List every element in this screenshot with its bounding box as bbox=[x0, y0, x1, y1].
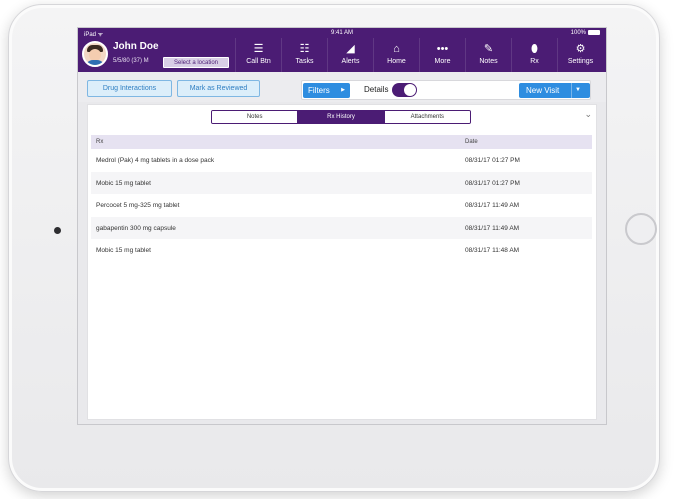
nav-label: Call Btn bbox=[246, 58, 271, 65]
rx-cell: Mobic 15 mg tablet bbox=[96, 179, 151, 187]
nav-label: More bbox=[434, 58, 451, 65]
app-header: iPad ᯤ 9:41 AM 100% John Doe 5/5/80 (37)… bbox=[78, 28, 606, 72]
rx-cell: Percocet 5 mg-325 mg tablet bbox=[96, 202, 180, 210]
nav-alerts[interactable]: ◢ Alerts bbox=[327, 38, 373, 72]
date-cell: 08/31/17 01:27 PM bbox=[465, 179, 520, 187]
table-row[interactable]: gabapentin 300 mg capsule 08/31/17 11:49 … bbox=[91, 216, 592, 240]
rx-cell: gabapentin 300 mg capsule bbox=[96, 224, 176, 232]
table-row[interactable]: Mobic 15 mg tablet 08/31/17 11:48 AM bbox=[91, 239, 592, 262]
toggle-knob bbox=[404, 84, 416, 96]
battery-icon bbox=[588, 30, 600, 35]
call-button-icon: ☰ bbox=[253, 43, 264, 55]
date-cell: 08/31/17 11:48 AM bbox=[465, 247, 520, 255]
details-toggle[interactable] bbox=[392, 83, 417, 97]
home-icon: ⌂ bbox=[393, 43, 400, 55]
nav-rx[interactable]: ⬮ Rx bbox=[511, 38, 557, 72]
rx-cell: Medrol (Pak) 4 mg tablets in a dose pack bbox=[96, 157, 215, 164]
tab-attachments[interactable]: Attachments bbox=[384, 111, 470, 123]
more-icon: ••• bbox=[436, 43, 449, 55]
nav-notes[interactable]: ✎ Notes bbox=[465, 38, 511, 72]
tab-notes[interactable]: Notes bbox=[212, 111, 299, 123]
tasks-icon: ☷ bbox=[299, 43, 310, 55]
avatar[interactable] bbox=[82, 41, 108, 67]
top-nav: ☰ Call Btn ☷ Tasks ◢ Alerts ⌂ Home ••• More ✎… bbox=[235, 38, 603, 72]
alerts-icon: ◢ bbox=[346, 43, 355, 55]
nav-label: Tasks bbox=[295, 58, 314, 65]
nav-label: Home bbox=[387, 58, 406, 65]
notes-icon: ✎ bbox=[483, 43, 494, 55]
table-row[interactable]: Medrol (Pak) 4 mg tablets in a dose pack… bbox=[91, 149, 592, 172]
patient-dob: 5/5/80 (37) M bbox=[113, 58, 149, 64]
column-header-date[interactable]: Date bbox=[465, 139, 478, 145]
segmented-tabs: Notes Rx History Attachments bbox=[211, 110, 471, 124]
screen: iPad ᯤ 9:41 AM 100% John Doe 5/5/80 (37)… bbox=[77, 27, 607, 425]
mark-as-reviewed-button[interactable]: Mark as Reviewed bbox=[177, 80, 260, 97]
nav-label: Alerts bbox=[341, 58, 360, 65]
nav-label: Rx bbox=[530, 58, 539, 65]
battery-percent: 100% bbox=[570, 30, 586, 36]
play-arrow-icon: ▶ bbox=[341, 87, 345, 93]
collapse-chevron-icon[interactable]: ⌄ bbox=[584, 109, 592, 120]
nav-home[interactable]: ⌂ Home bbox=[373, 38, 419, 72]
table-header: Rx Date bbox=[91, 135, 592, 149]
action-bar: Filters ▶ Details New Visit ▼ bbox=[301, 80, 591, 100]
nav-label: Settings bbox=[567, 58, 594, 65]
column-header-rx[interactable]: Rx bbox=[96, 139, 103, 145]
nav-settings[interactable]: ⚙ Settings bbox=[557, 38, 603, 72]
clock: 9:41 AM bbox=[330, 30, 353, 36]
nav-more[interactable]: ••• More bbox=[419, 38, 465, 72]
details-label: Details bbox=[364, 85, 389, 94]
drug-interactions-button[interactable]: Drug Interactions bbox=[87, 80, 172, 97]
filters-label: Filters bbox=[308, 86, 330, 95]
filters-button[interactable]: Filters ▶ bbox=[303, 83, 350, 98]
select-location-button[interactable]: Select a location bbox=[163, 57, 229, 68]
table-row[interactable]: Mobic 15 mg tablet 08/31/17 01:27 PM bbox=[91, 171, 592, 195]
main-panel: Notes Rx History Attachments ⌄ Rx Date M… bbox=[87, 104, 597, 420]
nav-call-btn[interactable]: ☰ Call Btn bbox=[235, 38, 281, 72]
tab-rx-history[interactable]: Rx History bbox=[298, 111, 385, 123]
chevron-down-icon[interactable]: ▼ bbox=[575, 83, 581, 98]
date-cell: 08/31/17 11:49 AM bbox=[465, 224, 520, 232]
nav-tasks[interactable]: ☷ Tasks bbox=[281, 38, 327, 72]
nav-label: Notes bbox=[479, 58, 498, 65]
new-visit-label: New Visit bbox=[526, 86, 560, 95]
patient-name: John Doe bbox=[113, 41, 159, 52]
rx-cell: Mobic 15 mg tablet bbox=[96, 247, 151, 255]
battery-indicator: 100% bbox=[571, 30, 600, 36]
table-row[interactable]: Percocet 5 mg-325 mg tablet 08/31/17 11:4… bbox=[91, 194, 592, 217]
rx-table-body: Medrol (Pak) 4 mg tablets in a dose pack… bbox=[91, 149, 592, 262]
toolbar: Drug Interactions Mark as Reviewed Filte… bbox=[78, 72, 606, 102]
new-visit-button[interactable]: New Visit ▼ bbox=[519, 83, 590, 98]
date-cell: 08/31/17 11:49 AM bbox=[465, 202, 520, 210]
rx-icon: ⬮ bbox=[531, 43, 538, 55]
date-cell: 08/31/17 01:27 PM bbox=[465, 157, 520, 164]
settings-icon: ⚙ bbox=[575, 43, 586, 55]
home-hardware-button[interactable] bbox=[625, 213, 657, 245]
camera-icon bbox=[54, 227, 61, 234]
